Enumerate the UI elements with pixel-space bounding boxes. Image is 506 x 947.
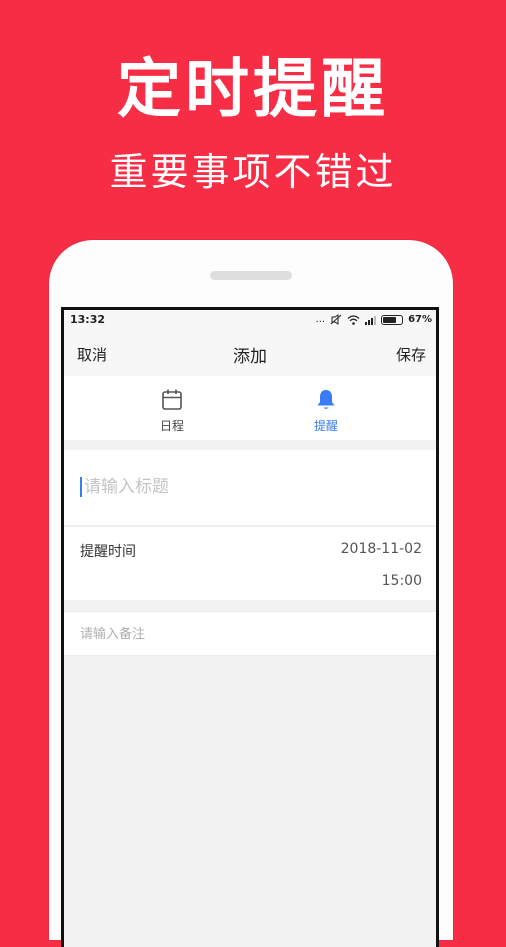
mute-icon <box>330 314 342 325</box>
wifi-icon <box>347 314 360 325</box>
signal-icon <box>365 315 377 325</box>
note-input[interactable] <box>80 622 410 646</box>
page-title: 添加 <box>233 347 267 367</box>
status-bar: 13:32 ... 67% <box>64 310 436 330</box>
title-section <box>64 450 436 525</box>
remind-time-value[interactable]: 15:00 <box>382 573 422 589</box>
status-dots: ... <box>315 314 326 325</box>
app-screen: 13:32 ... 67% 取消 添加 保存 日程 提醒 请输入标题 提醒时间 … <box>61 307 439 947</box>
title-input[interactable] <box>84 474 414 500</box>
tab-remind[interactable]: 提醒 <box>286 388 366 434</box>
tab-remind-label: 提醒 <box>313 419 338 433</box>
calendar-icon <box>162 389 182 410</box>
status-time: 13:32 <box>70 313 106 326</box>
battery-icon <box>381 314 404 325</box>
status-icons: ... 67% <box>316 313 432 326</box>
remind-time-label: 提醒时间 <box>80 544 136 560</box>
note-section <box>64 611 436 656</box>
type-tabs: 日程 提醒 <box>64 376 436 440</box>
promo-title: 定时提醒 <box>117 53 389 127</box>
tab-schedule-label: 日程 <box>159 419 184 433</box>
text-cursor <box>80 477 82 497</box>
bell-icon <box>317 390 335 409</box>
nav-bar: 取消 添加 保存 <box>64 330 436 376</box>
promo-subtitle: 重要事项不错过 <box>109 150 397 194</box>
tab-schedule[interactable]: 日程 <box>132 388 212 434</box>
phone-frame: 13:32 ... 67% 取消 添加 保存 日程 提醒 请输入标题 提醒时间 … <box>49 240 453 947</box>
save-button[interactable]: 保存 <box>396 344 426 365</box>
remind-time-row[interactable]: 提醒时间 2018-11-02 15:00 <box>64 526 436 600</box>
battery-percent: 67% <box>408 314 432 325</box>
phone-speaker <box>210 271 292 280</box>
remind-date-value[interactable]: 2018-11-02 <box>341 541 422 557</box>
